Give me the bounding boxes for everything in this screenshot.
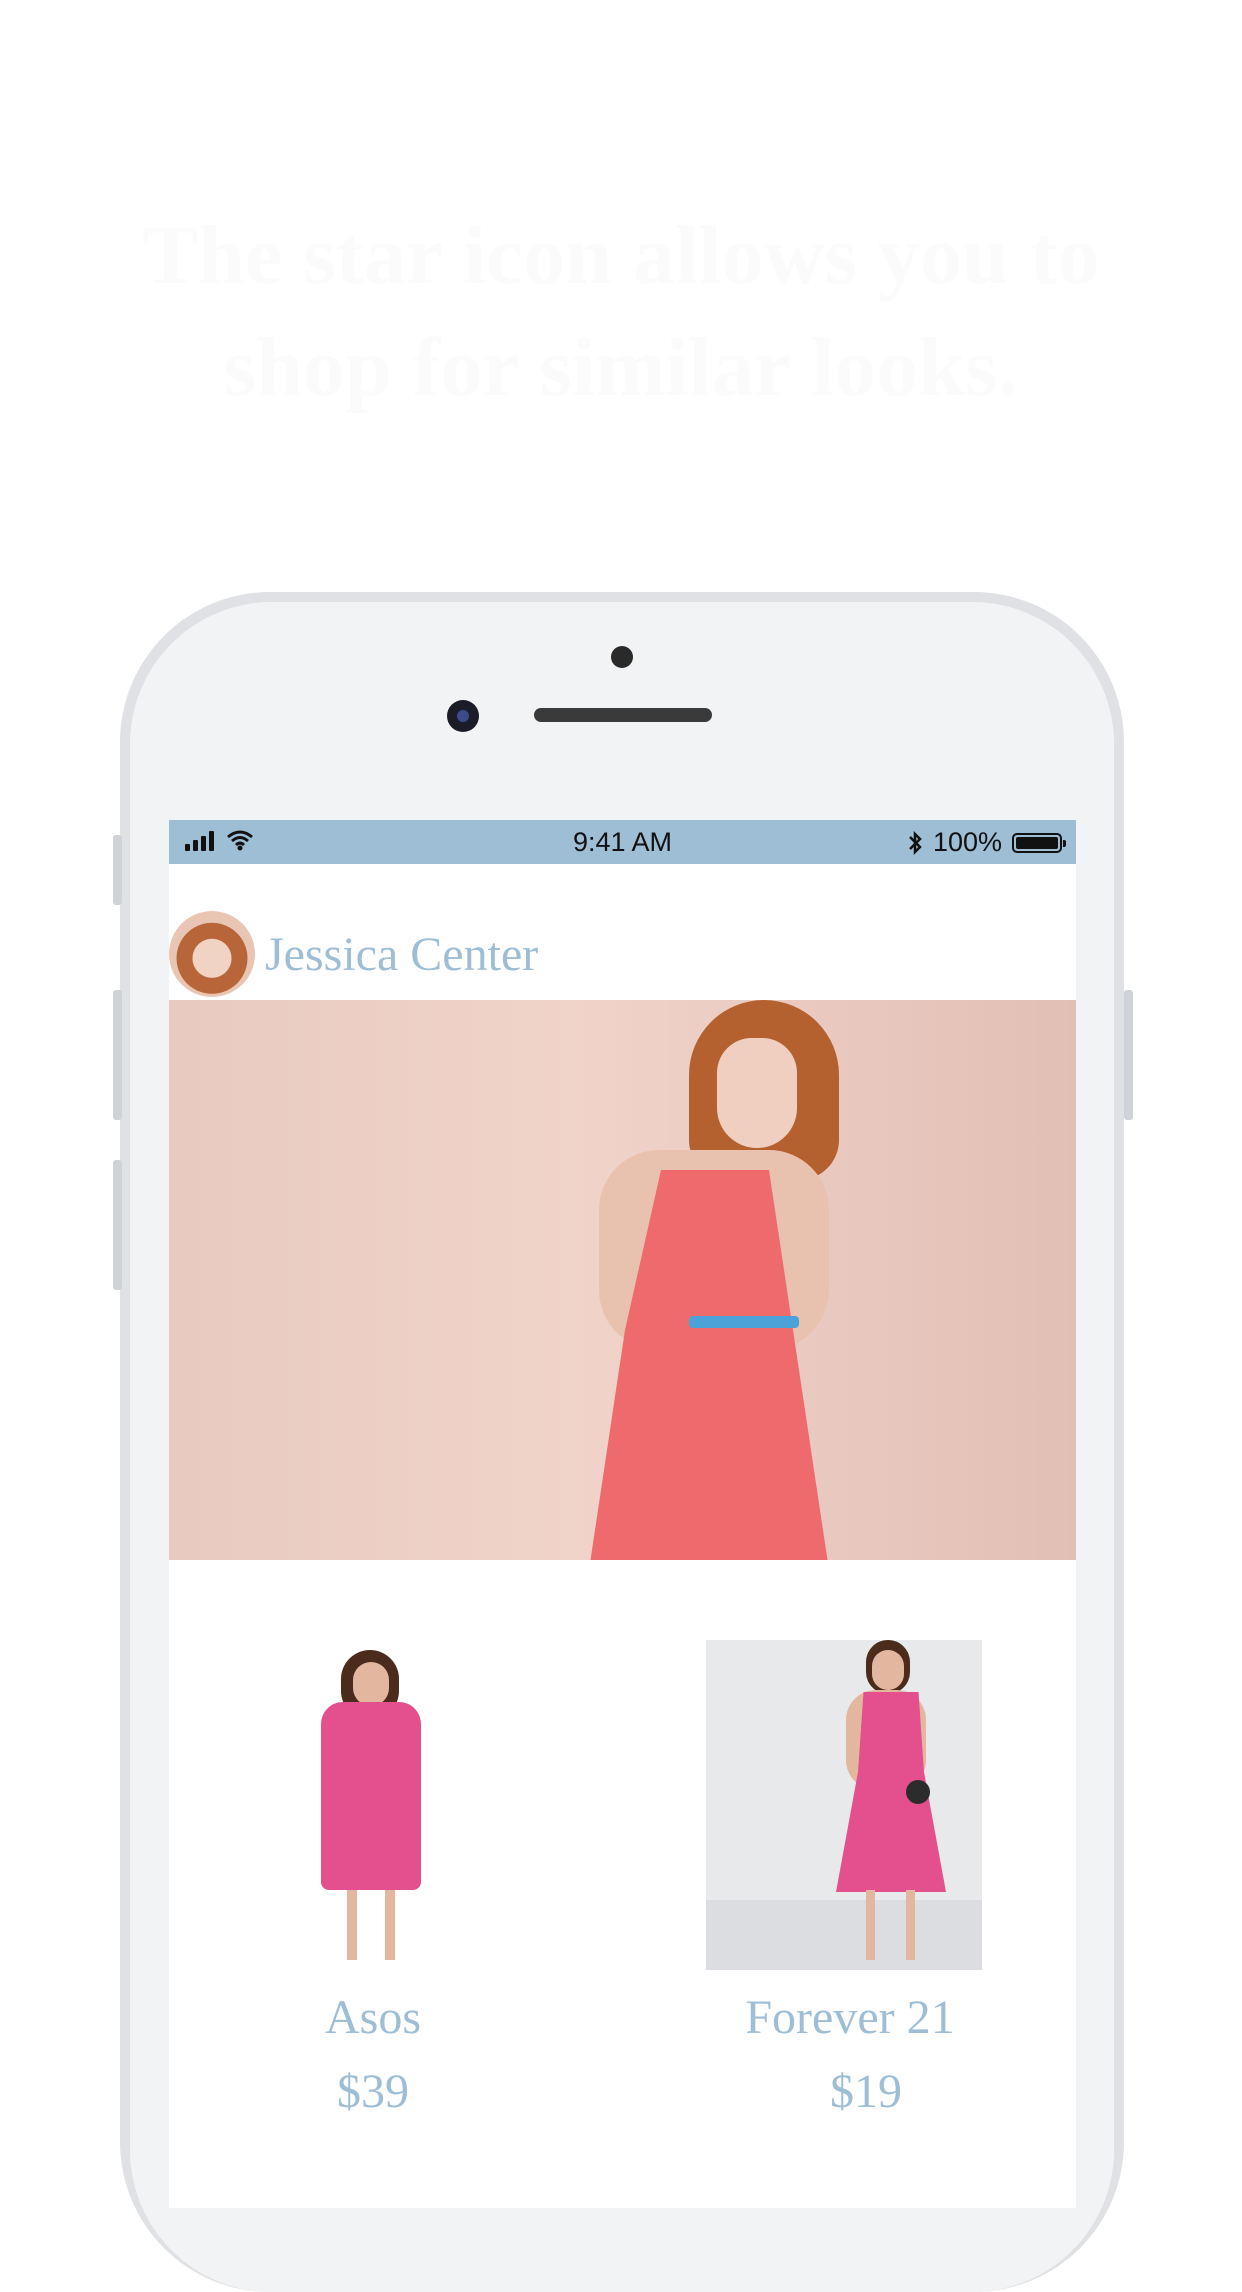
profile-header[interactable]: Jessica Center — [169, 910, 538, 998]
profile-name[interactable]: Jessica Center — [265, 927, 538, 982]
battery-percentage: 100% — [932, 827, 1002, 857]
product-image-forever-21[interactable] — [706, 1640, 982, 1970]
status-right: 100% — [907, 827, 1066, 858]
product-card-forever-21[interactable]: Forever 21 $19 — [706, 1640, 1006, 2180]
product-price: $19 — [830, 2065, 902, 2118]
hero-look-image[interactable] — [169, 1000, 1076, 1560]
product-brand[interactable]: Forever 21 — [700, 1990, 1000, 2045]
product-price: $39 — [337, 2065, 409, 2118]
battery-icon — [1012, 832, 1066, 853]
product-card-asos[interactable]: Asos $39 — [223, 1640, 523, 2180]
volume-up-button — [113, 990, 122, 1120]
proximity-sensor — [611, 646, 633, 668]
power-button — [1124, 990, 1133, 1120]
product-brand[interactable]: Asos — [223, 1990, 523, 2045]
volume-down-button — [113, 1160, 122, 1290]
phone-screen: 9:41 AM 100% Jessica Center Asos $39 For… — [169, 820, 1076, 2208]
front-camera — [447, 700, 479, 732]
headline: The star icon allows you to shop for sim… — [142, 209, 1100, 414]
earpiece-speaker — [534, 708, 712, 722]
model-belt — [689, 1316, 799, 1328]
product-image-asos[interactable] — [235, 1640, 511, 1970]
status-bar: 9:41 AM 100% — [169, 820, 1076, 864]
bluetooth-icon — [909, 830, 922, 855]
avatar[interactable] — [169, 911, 255, 997]
mute-switch — [113, 835, 122, 905]
model-face — [717, 1038, 797, 1148]
